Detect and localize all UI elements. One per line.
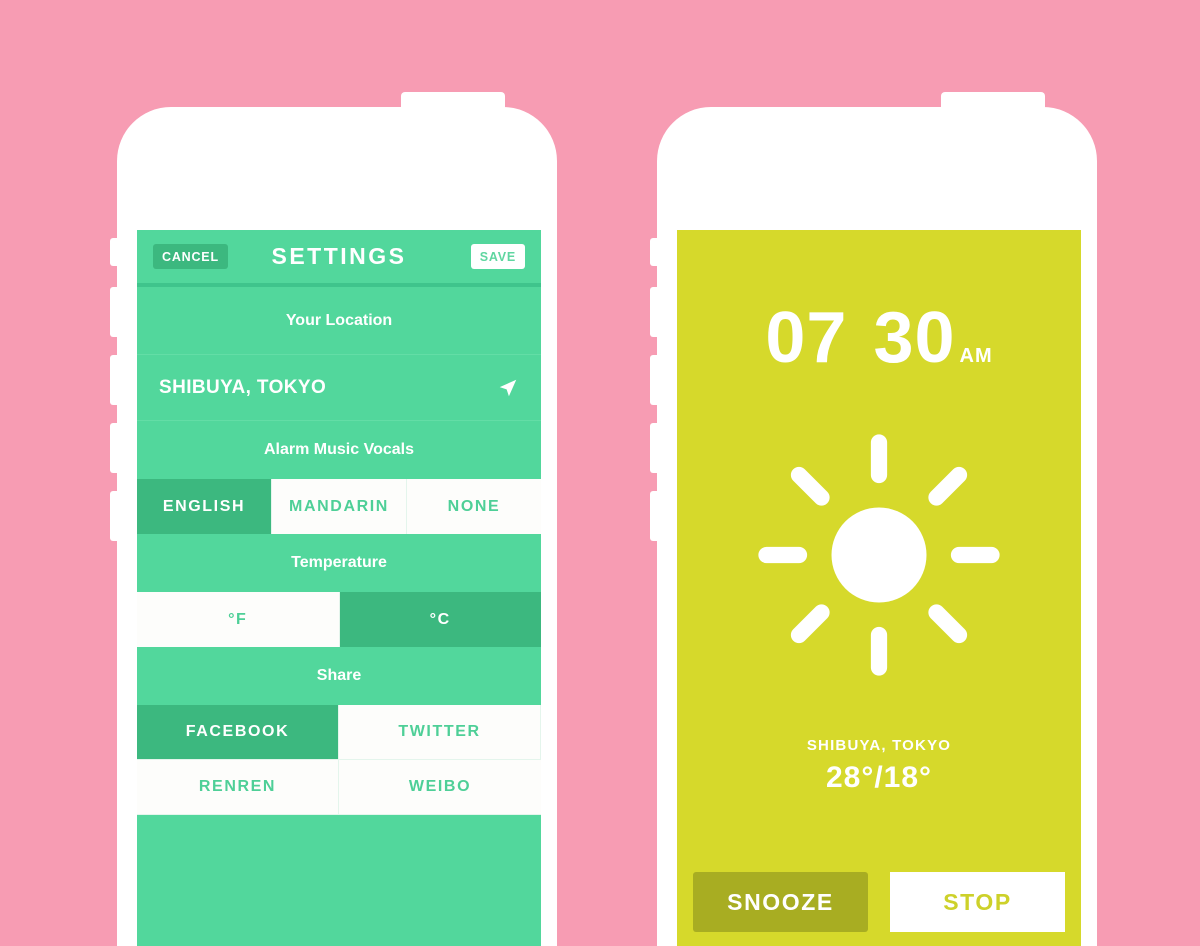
save-button[interactable]: SAVE — [470, 244, 525, 269]
alarm-temperature: 28°/18° — [825, 761, 933, 794]
side-button-4[interactable] — [110, 491, 118, 541]
alarm-meridiem: AM — [959, 345, 993, 367]
snooze-button[interactable]: SNOOZE — [693, 872, 868, 932]
share-option-renren[interactable]: RENREN — [137, 760, 339, 815]
temperature-option-celsius[interactable]: °C — [339, 592, 541, 647]
section-label-vocals: Alarm Music Vocals — [137, 421, 541, 479]
volume-up-button[interactable] — [110, 287, 118, 337]
location-value: SHIBUYA, TOKYO — [159, 376, 327, 398]
temperature-option-fahrenheit[interactable]: °F — [137, 592, 340, 647]
phone-device-settings: CANCEL SETTINGS SAVE Your Location SHIBU… — [110, 92, 557, 946]
stop-button[interactable]: STOP — [890, 872, 1065, 932]
volume-down-button[interactable] — [650, 355, 658, 405]
vocals-option-mandarin[interactable]: MANDARIN — [272, 479, 407, 534]
share-options-grid: FACEBOOK TWITTER RENREN WEIBO — [137, 705, 541, 815]
location-row[interactable]: SHIBUYA, TOKYO — [137, 355, 541, 421]
vocals-option-none[interactable]: NONE — [407, 479, 541, 534]
alarm-location: SHIBUYA, TOKYO — [806, 737, 952, 754]
section-label-share: Share — [137, 647, 541, 705]
navigation-arrow-icon[interactable] — [497, 377, 519, 399]
temperature-segmented-control: °F °C — [137, 592, 541, 647]
share-option-weibo[interactable]: WEIBO — [339, 760, 541, 815]
vocals-segmented-control: ENGLISH MANDARIN NONE — [137, 479, 541, 534]
cancel-button[interactable]: CANCEL — [153, 244, 228, 269]
share-option-facebook[interactable]: FACEBOOK — [137, 705, 339, 760]
side-button-3[interactable] — [650, 423, 658, 473]
section-label-temperature: Temperature — [137, 534, 541, 592]
phone-speaker-notch — [941, 92, 1045, 110]
sun-icon — [754, 430, 1004, 685]
volume-down-button[interactable] — [110, 355, 118, 405]
alarm-time-display: 07 30 AM — [765, 302, 992, 374]
alarm-screen: 07 30 AM SHIBUYA, TOKYO 28°/18° SNOOZE S… — [677, 230, 1081, 946]
page-title: SETTINGS — [271, 243, 407, 269]
alarm-action-bar: SNOOZE STOP — [677, 872, 1081, 946]
side-button-3[interactable] — [110, 423, 118, 473]
silent-switch[interactable] — [110, 238, 118, 266]
vocals-option-english[interactable]: ENGLISH — [137, 479, 272, 534]
side-button-4[interactable] — [650, 491, 658, 541]
alarm-minutes: 30 — [873, 298, 956, 378]
settings-navbar: CANCEL SETTINGS SAVE — [137, 230, 541, 287]
section-label-location: Your Location — [137, 287, 541, 355]
phone-device-alarm: 07 30 AM SHIBUYA, TOKYO 28°/18° SNOOZE S… — [650, 92, 1097, 946]
volume-up-button[interactable] — [650, 287, 658, 337]
alarm-hours: 07 — [765, 298, 848, 378]
settings-screen: CANCEL SETTINGS SAVE Your Location SHIBU… — [137, 230, 541, 946]
phone-speaker-notch — [401, 92, 505, 110]
silent-switch[interactable] — [650, 238, 658, 266]
share-option-twitter[interactable]: TWITTER — [339, 705, 541, 760]
